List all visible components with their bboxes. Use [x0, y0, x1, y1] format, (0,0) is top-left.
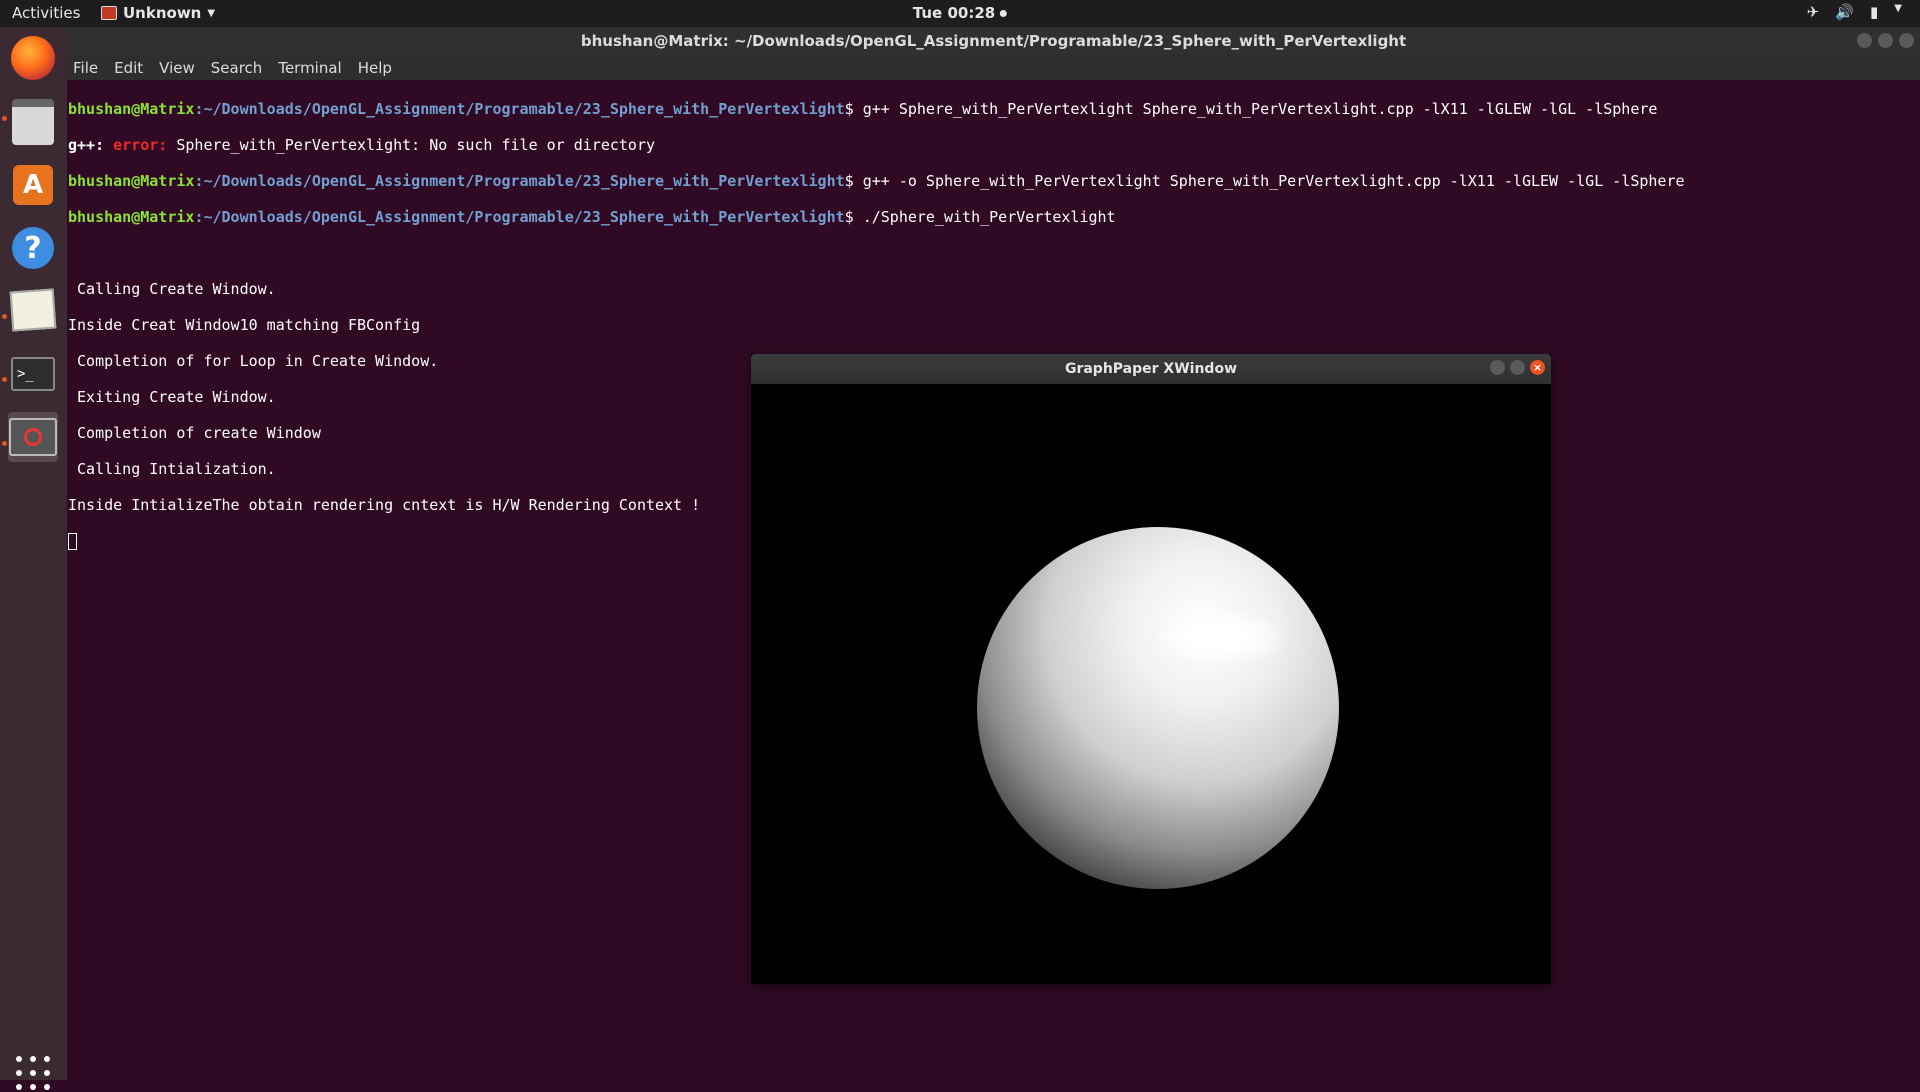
xwindow-app-icon [9, 418, 57, 456]
prompt-user: bhushan@Matrix [68, 100, 195, 118]
system-menu-chevron-icon: ▼ [1894, 3, 1902, 14]
prompt-user: bhushan@Matrix [68, 172, 195, 190]
launcher-text-editor[interactable] [8, 285, 58, 335]
chevron-down-icon: ▼ [207, 7, 216, 19]
running-indicator [2, 441, 7, 446]
notification-dot-icon [1000, 9, 1008, 17]
specular-highlight [1155, 609, 1285, 665]
prompt-user: bhushan@Matrix [68, 208, 195, 226]
terminal-line: g++: error: Sphere_with_PerVertexlight: … [68, 136, 1920, 154]
launcher-help[interactable]: ? [8, 223, 58, 273]
firefox-icon [11, 36, 55, 80]
launcher-xwindow[interactable] [8, 412, 58, 462]
running-indicator [2, 116, 7, 121]
render-canvas[interactable] [751, 384, 1551, 984]
text-cursor [68, 533, 77, 550]
prompt-path: :~/Downloads/OpenGL_Assignment/Programab… [194, 100, 845, 118]
close-button[interactable] [1899, 33, 1914, 48]
files-icon [12, 99, 54, 145]
show-applications-icon[interactable] [16, 1056, 52, 1092]
command-text: $ ./Sphere_with_PerVertexlight [844, 208, 1116, 226]
xwindow-maximize-button[interactable] [1510, 360, 1525, 375]
terminal-line: bhushan@Matrix:~/Downloads/OpenGL_Assign… [68, 208, 1920, 226]
xwindow[interactable]: GraphPaper XWindow × [751, 354, 1551, 984]
text-editor-icon [9, 288, 57, 332]
menu-view[interactable]: View [159, 59, 195, 77]
clock[interactable]: Tue 00:28 [912, 4, 1008, 22]
activities-button[interactable]: Activities [12, 4, 80, 22]
xwindow-titlebar[interactable]: GraphPaper XWindow × [751, 354, 1551, 384]
prompt-path: :~/Downloads/OpenGL_Assignment/Programab… [194, 172, 845, 190]
battery-icon: ▮ [1870, 3, 1879, 21]
airplane-mode-icon: ✈ [1806, 3, 1820, 21]
xwindow-minimize-button[interactable] [1490, 360, 1505, 375]
software-center-icon: A [13, 165, 53, 205]
menu-edit[interactable]: Edit [114, 59, 143, 77]
minimize-button[interactable] [1857, 33, 1872, 48]
menu-search[interactable]: Search [211, 59, 263, 77]
app-menu[interactable]: Unknown ▼ [101, 4, 215, 22]
terminal-line: bhushan@Matrix:~/Downloads/OpenGL_Assign… [68, 100, 1920, 118]
output-line: Inside Creat Window10 matching FBConfig [68, 316, 421, 334]
menu-terminal[interactable]: Terminal [278, 59, 341, 77]
launcher-software[interactable]: A [8, 160, 58, 210]
error-prefix: g++: [68, 136, 114, 154]
launcher-dock: A ? >_ [0, 27, 67, 1090]
xwindow-title: GraphPaper XWindow [1064, 361, 1238, 377]
prompt-path: :~/Downloads/OpenGL_Assignment/Programab… [194, 208, 845, 226]
system-tray[interactable]: ✈ 🔊 ▮ ▼ [1807, 3, 1902, 21]
command-text: $ g++ Sphere_with_PerVertexlight Sphere_… [844, 100, 1658, 118]
terminal-line: bhushan@Matrix:~/Downloads/OpenGL_Assign… [68, 172, 1920, 190]
help-icon: ? [12, 227, 54, 269]
error-message: Sphere_with_PerVertexlight: No such file… [167, 136, 656, 154]
terminal-title: bhushan@Matrix: ~/Downloads/OpenGL_Assig… [580, 32, 1407, 50]
menu-help[interactable]: Help [358, 59, 392, 77]
terminal-icon: >_ [11, 357, 55, 391]
lit-sphere [977, 527, 1339, 889]
running-indicator [2, 314, 7, 319]
error-label: error: [113, 136, 168, 154]
app-icon [101, 6, 117, 20]
terminal-menubar: File Edit View Search Terminal Help [67, 55, 1920, 80]
launcher-files[interactable] [8, 97, 58, 147]
launcher-firefox[interactable] [8, 33, 58, 83]
terminal-titlebar[interactable]: bhushan@Matrix: ~/Downloads/OpenGL_Assig… [67, 27, 1920, 55]
maximize-button[interactable] [1878, 33, 1893, 48]
xwindow-close-button[interactable]: × [1530, 360, 1545, 375]
command-text: $ g++ -o Sphere_with_PerVertexlight Sphe… [844, 172, 1685, 190]
menu-file[interactable]: File [73, 59, 98, 77]
volume-icon: 🔊 [1835, 3, 1855, 21]
top-bar: Activities Unknown ▼ Tue 00:28 ✈ 🔊 ▮ ▼ [0, 0, 1920, 27]
launcher-terminal[interactable]: >_ [8, 349, 58, 399]
running-indicator [2, 377, 7, 382]
app-menu-label: Unknown [123, 4, 202, 22]
output-line: Calling Create Window. [68, 280, 276, 298]
clock-label: Tue 00:28 [912, 4, 996, 22]
